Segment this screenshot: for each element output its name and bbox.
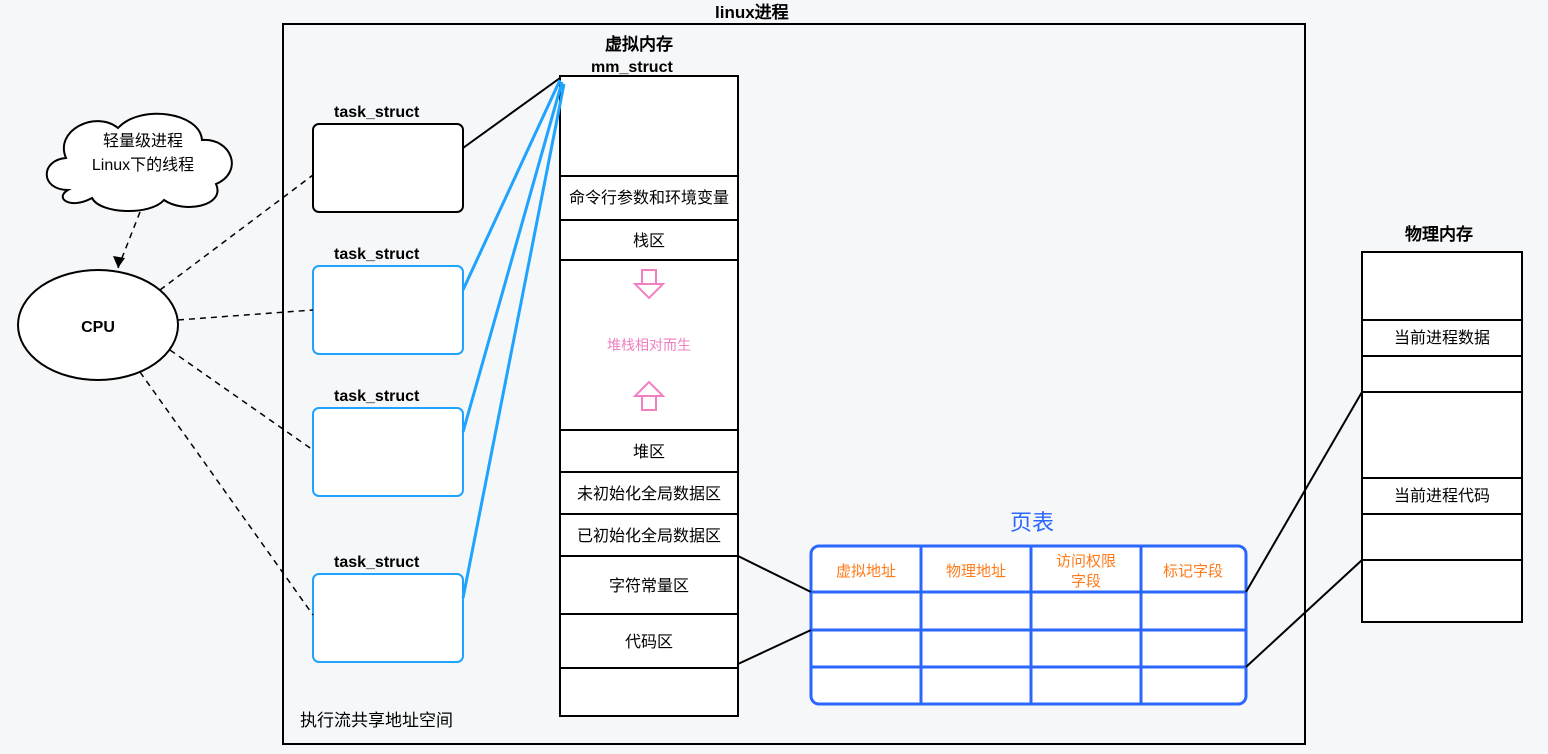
diagram-root: linux进程 虚拟内存 mm_struct 命令行参数和环境变量 栈区 堆栈相…: [0, 0, 1548, 754]
pt-h-flag: 标记字段: [1163, 563, 1223, 580]
phys-data: 当前进程数据: [1394, 329, 1490, 347]
task-struct-3-label: task_struct: [334, 388, 420, 405]
seg-rodata: 字符常量区: [609, 577, 689, 595]
task-struct-4-label: task_struct: [334, 554, 420, 571]
canvas-bg: [0, 0, 1548, 754]
virtual-memory-title: 虚拟内存: [605, 34, 673, 54]
pt-h-paddr: 物理地址: [946, 563, 1006, 580]
mm-struct-label: mm_struct: [591, 59, 673, 76]
virtual-memory-column: 命令行参数和环境变量 栈区 堆栈相对而生 堆区 未初始化全局数据区 已初始化全局…: [560, 76, 738, 716]
task-struct-2: [313, 266, 463, 354]
pt-h-perm1: 访问权限: [1056, 553, 1116, 570]
pt-h-vaddr: 虚拟地址: [836, 563, 896, 580]
cloud-line2: Linux下的线程: [92, 156, 194, 174]
task-struct-4: [313, 574, 463, 662]
task-struct-2-label: task_struct: [334, 246, 420, 263]
task-struct-1-label: task_struct: [334, 104, 420, 121]
page-table: 虚拟地址 物理地址 访问权限 字段 标记字段: [811, 546, 1246, 704]
footer-text: 执行流共享地址空间: [300, 711, 453, 730]
seg-heap: 堆区: [633, 443, 665, 461]
cloud-line1: 轻量级进程: [103, 132, 183, 150]
physical-memory-column: 当前进程数据 当前进程代码: [1362, 252, 1522, 622]
cpu-label: CPU: [81, 319, 115, 336]
phys-mem-title: 物理内存: [1405, 224, 1473, 244]
pt-h-perm2: 字段: [1071, 573, 1101, 590]
seg-stack: 栈区: [633, 232, 665, 250]
task-struct-3: [313, 408, 463, 496]
linux-process-title: linux进程: [715, 3, 789, 22]
seg-data: 已初始化全局数据区: [577, 527, 721, 545]
task-struct-1: [313, 124, 463, 212]
page-table-title: 页表: [1010, 510, 1054, 535]
phys-code: 当前进程代码: [1394, 487, 1490, 505]
seg-text: 代码区: [625, 633, 673, 651]
seg-args-env: 命令行参数和环境变量: [569, 188, 729, 207]
seg-bss: 未初始化全局数据区: [577, 485, 721, 503]
heap-stack-note: 堆栈相对而生: [607, 337, 691, 353]
